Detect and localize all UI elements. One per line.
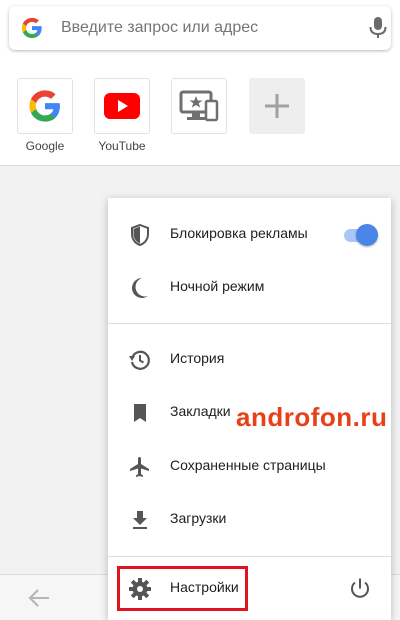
tile-label: YouTube [98, 139, 146, 153]
watermark: androfon.ru [236, 402, 388, 432]
menu-item-label: Блокировка рекламы [170, 225, 308, 241]
menu-item-ad-block[interactable]: Блокировка рекламы [108, 210, 391, 260]
moon-icon [128, 276, 152, 300]
youtube-logo-icon [94, 78, 150, 134]
search-bar[interactable]: Введите запрос или адрес [9, 6, 391, 50]
menu-item-label: Ночной режим [170, 278, 265, 294]
top-area: Введите запрос или адрес Google YouTube [0, 0, 400, 166]
bookmark-icon [128, 401, 152, 425]
toggle-thumb [356, 224, 378, 246]
menu-item-history[interactable]: История [108, 335, 391, 385]
power-icon[interactable] [348, 577, 372, 601]
menu-item-night-mode[interactable]: Ночной режим [108, 263, 391, 313]
menu-item-downloads[interactable]: Загрузки [108, 495, 391, 545]
download-icon [128, 508, 152, 532]
menu-item-label: Загрузки [170, 510, 227, 526]
microphone-icon[interactable] [367, 16, 389, 40]
speed-dial-tile-google[interactable]: Google [17, 78, 73, 153]
speed-dial-tile-devices[interactable] [171, 78, 227, 134]
search-placeholder[interactable]: Введите запрос или адрес [61, 19, 258, 37]
speed-dial: Google YouTube [0, 78, 400, 158]
speed-dial-add-tile[interactable] [249, 78, 305, 134]
speed-dial-tile-youtube[interactable]: YouTube [94, 78, 150, 153]
menu-divider [108, 323, 391, 324]
menu-item-label: Закладки [170, 403, 231, 419]
back-arrow-icon[interactable] [28, 589, 50, 607]
google-g-icon [21, 17, 43, 39]
airplane-icon [128, 455, 152, 479]
plus-icon [249, 78, 305, 134]
ad-block-toggle[interactable] [342, 223, 380, 247]
shield-icon [128, 223, 152, 247]
google-logo-icon [17, 78, 73, 134]
desktop-mobile-star-icon [171, 78, 227, 134]
menu-item-label: История [170, 350, 225, 366]
menu-item-saved-pages[interactable]: Сохраненные страницы [108, 442, 391, 492]
settings-highlight-frame [117, 566, 248, 611]
history-icon [128, 348, 152, 372]
menu-divider [108, 556, 391, 557]
menu-item-label: Сохраненные страницы [170, 457, 326, 473]
tile-label: Google [25, 139, 65, 153]
